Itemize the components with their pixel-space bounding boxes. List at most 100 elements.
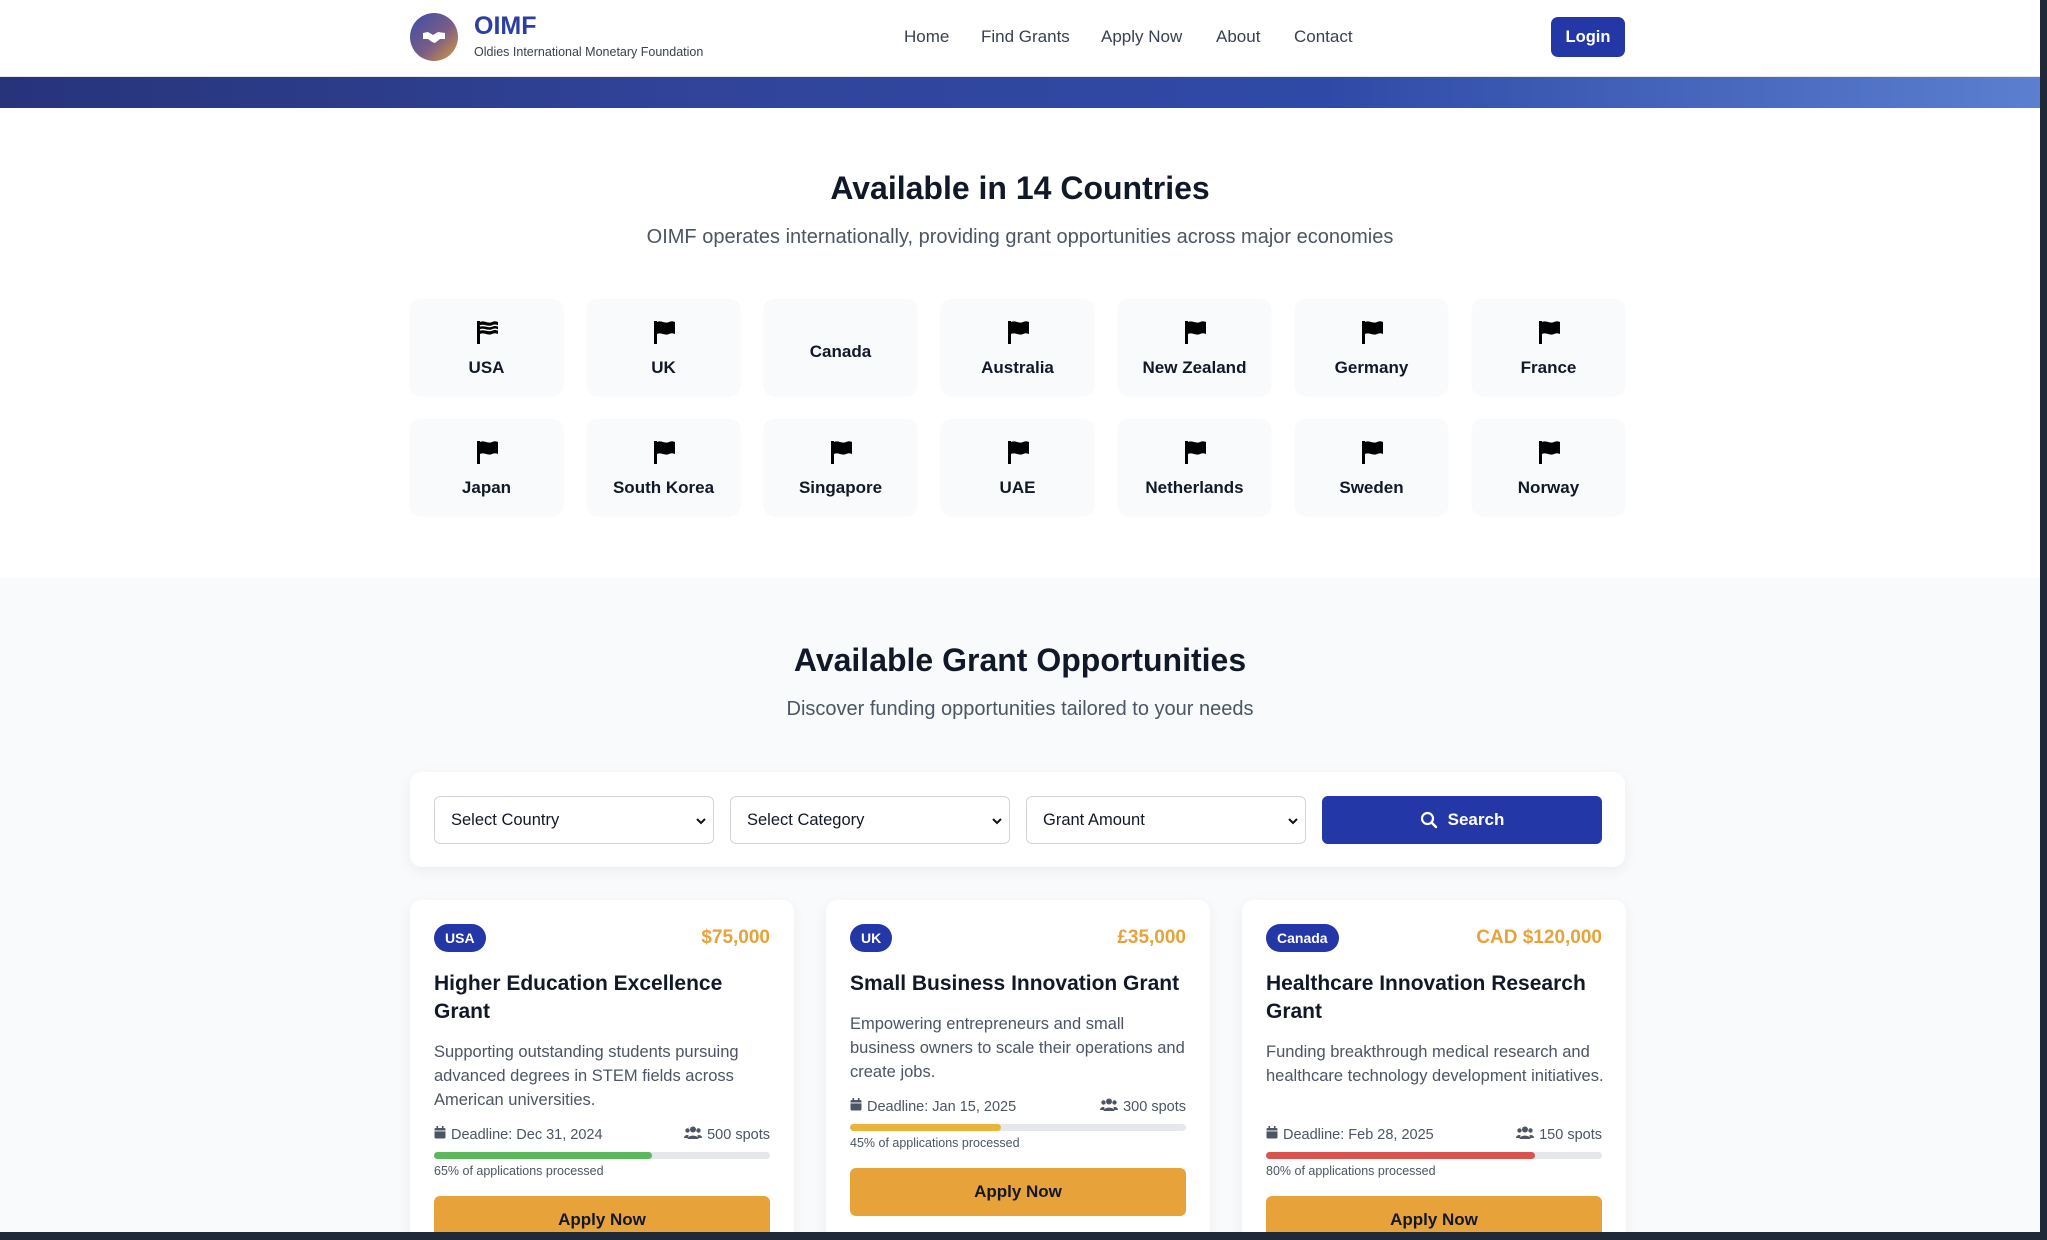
calendar-icon [434,1126,451,1143]
progress-bar [1266,1152,1602,1159]
nav-find-grants[interactable]: Find Grants [981,27,1070,47]
users-icon [1516,1126,1539,1143]
progress-fill [434,1152,653,1159]
grant-title[interactable]: Small Business Innovation Grant [850,970,1186,998]
flag-icon [1539,441,1560,464]
countries-subtitle: OIMF operates internationally, providing… [646,226,1394,248]
country-card[interactable]: South Korea [587,419,740,515]
deadline: Deadline: Dec 31, 2024 [434,1126,603,1143]
progress-text: 65% of applications processed [434,1164,604,1178]
deadline: Deadline: Feb 28, 2025 [1266,1126,1434,1143]
flag-icon [654,441,675,464]
progress-bar [850,1124,1186,1131]
grant-amount: £35,000 [1117,927,1186,948]
country-card[interactable]: Japan [410,419,563,515]
nav-about[interactable]: About [1216,27,1260,47]
chevron-down-icon [696,818,706,825]
country-card[interactable]: Germany [1295,299,1448,395]
nav-home[interactable]: Home [904,27,949,47]
amount-select-value: Grant Amount [1043,810,1145,829]
country-card[interactable]: New Zealand [1118,299,1271,395]
site-header: OIMF Oldies International Monetary Found… [0,0,2040,77]
flag-icon [1008,441,1029,464]
progress-fill [850,1124,1002,1131]
country-name: Sweden [1339,478,1404,497]
deadline-text: Deadline: Jan 15, 2025 [867,1098,1017,1115]
country-card[interactable]: Canada [764,299,917,395]
country-card[interactable]: France [1472,299,1625,395]
country-name: Norway [1517,478,1580,497]
country-name: USA [468,358,505,377]
flag-icon [1539,321,1560,344]
flag-icon [1362,441,1383,464]
progress-text: 45% of applications processed [850,1136,1020,1150]
category-select-value: Select Category [747,810,865,829]
users-icon [1100,1098,1123,1115]
calendar-icon [850,1098,867,1115]
country-card[interactable]: Sweden [1295,419,1448,515]
search-button-label: Search [1447,810,1505,829]
spots-text: 500 spots [707,1126,770,1143]
scrollbar[interactable] [2040,0,2047,1240]
grant-title[interactable]: Healthcare Innovation Research Grant [1266,970,1602,1026]
progress-text: 80% of applications processed [1266,1164,1436,1178]
grant-card: USA $75,000 Higher Education Excellence Gr… [410,900,794,1240]
deadline-text: Deadline: Dec 31, 2024 [451,1126,603,1143]
country-card[interactable]: Netherlands [1118,419,1271,515]
country-badge: Canada [1266,924,1339,952]
progress-bar [434,1152,770,1159]
grants-title: Available Grant Opportunities [793,642,1247,678]
progress-fill [1266,1152,1535,1159]
nav-contact[interactable]: Contact [1294,27,1353,47]
flag-icon [831,441,852,464]
grant-card: Canada CAD $120,000 Healthcare Innovation … [1242,900,1626,1240]
spots-text: 150 spots [1539,1126,1602,1143]
grant-amount: CAD $120,000 [1476,927,1602,948]
flag-icon [1362,321,1383,344]
deadline: Deadline: Jan 15, 2025 [850,1098,1016,1115]
calendar-icon [1266,1126,1283,1143]
country-name: Canada [809,342,872,361]
amount-select[interactable]: Grant Amount [1026,796,1306,844]
grant-description: Funding breakthrough medical research an… [1266,1043,1604,1085]
deadline-text: Deadline: Feb 28, 2025 [1283,1126,1434,1143]
flag-usa-icon [477,321,499,344]
country-card[interactable]: UAE [941,419,1094,515]
grant-amount: $75,000 [701,927,770,948]
countries-section: Available in 14 Countries OIMF operates … [0,108,2040,578]
login-button[interactable]: Login [1551,17,1625,57]
country-name: UK [651,358,676,377]
country-badge: UK [850,924,893,952]
window-bottom-edge [0,1232,2047,1240]
country-name: South Korea [612,478,715,497]
spots: 500 spots [684,1126,770,1143]
grants-subtitle: Discover funding opportunities tailored … [786,698,1254,720]
category-select[interactable]: Select Category [730,796,1010,844]
country-badge: USA [434,924,486,952]
flag-icon [1008,321,1029,344]
search-button[interactable]: Search [1322,796,1602,844]
country-select[interactable]: Select Country [434,796,714,844]
country-card[interactable]: UK [587,299,740,395]
country-name: Singapore [798,478,883,497]
chevron-down-icon [1288,818,1298,825]
country-name: UAE [999,478,1036,497]
country-name: Japan [461,478,512,497]
filter-panel: Select Country Select Category Grant Amo… [410,772,1625,867]
country-card[interactable]: Singapore [764,419,917,515]
country-card[interactable]: Norway [1472,419,1625,515]
grant-card: UK £35,000 Small Business Innovation Grant… [826,900,1210,1240]
country-card[interactable]: USA [410,299,563,395]
grant-description: Supporting outstanding students pursuing… [434,1043,739,1109]
apply-now-button[interactable]: Apply Now [850,1168,1186,1216]
flag-icon [477,441,498,464]
country-select-value: Select Country [451,810,560,829]
country-name: France [1520,358,1577,377]
chevron-down-icon [992,818,1002,825]
flag-icon [1185,441,1206,464]
country-card[interactable]: Australia [941,299,1094,395]
hero-banner-edge [0,77,2040,108]
nav-apply-now[interactable]: Apply Now [1101,27,1182,47]
spots: 150 spots [1516,1126,1602,1143]
grant-title[interactable]: Higher Education Excellence Grant [434,970,770,1026]
